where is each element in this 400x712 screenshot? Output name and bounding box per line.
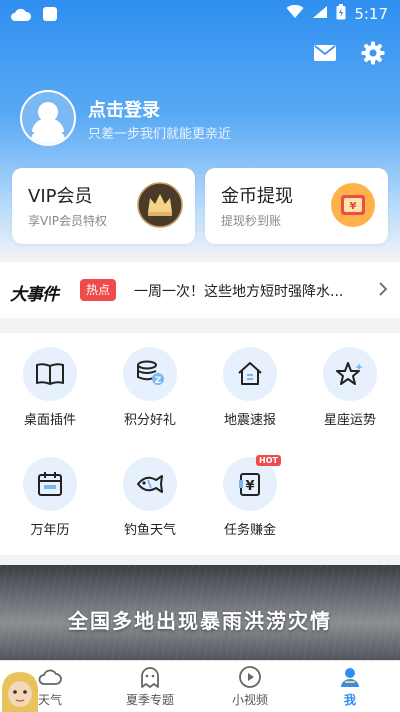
calendar-icon xyxy=(23,457,77,511)
hot-badge: HOT xyxy=(256,455,281,466)
login-prompt[interactable]: 点击登录 只差一步我们就能更亲近 xyxy=(20,90,320,150)
grid-item-label: 桌面插件 xyxy=(23,413,76,428)
svg-text:¥: ¥ xyxy=(245,479,254,494)
grid-item-label: 积分好礼 xyxy=(123,413,176,428)
crown-icon xyxy=(137,182,183,228)
star-icon xyxy=(323,347,377,401)
ghost-icon xyxy=(138,665,162,689)
header-actions xyxy=(312,40,386,66)
grid-item-desktop-widget[interactable]: 桌面插件 xyxy=(10,333,90,428)
red-envelope-icon: ¥ xyxy=(330,182,376,228)
floating-character-avatar[interactable] xyxy=(0,668,40,712)
grid-item-label: 钓鱼天气 xyxy=(123,523,176,538)
tab-me[interactable]: 我 xyxy=(300,661,400,712)
login-title[interactable]: 点击登录 xyxy=(88,96,160,122)
house-icon xyxy=(223,347,277,401)
mail-icon[interactable] xyxy=(312,40,338,66)
svg-text:¥: ¥ xyxy=(350,201,357,212)
grid-item-label: 万年历 xyxy=(30,523,70,538)
book-icon xyxy=(23,347,77,401)
play-icon xyxy=(238,665,262,689)
wifi-icon xyxy=(286,4,304,23)
grid-item-points-gift[interactable]: Z 积分好礼 xyxy=(110,333,190,428)
coins-icon: Z xyxy=(123,347,177,401)
news-logo: 大事件 xyxy=(10,285,59,305)
grid-item-calendar[interactable]: 万年历 xyxy=(10,443,90,538)
vip-card-subtitle: 享VIP会员特权 xyxy=(28,214,107,228)
bottom-tab-bar: 天气 夏季专题 小视频 我 xyxy=(0,660,400,712)
news-headline[interactable]: 一周一次！这些地方短时强降水... xyxy=(134,281,366,301)
hot-tag: 热点 xyxy=(80,279,116,301)
battery-icon xyxy=(336,4,346,24)
coin-withdraw-card[interactable]: 金币提现 提现秒到账 ¥ xyxy=(205,168,388,244)
avatar[interactable] xyxy=(20,90,76,146)
fish-icon xyxy=(123,457,177,511)
grid-item-task-earn[interactable]: ¥ HOT 任务赚金 xyxy=(210,443,290,538)
grid-item-fishing-weather[interactable]: 钓鱼天气 xyxy=(110,443,190,538)
user-icon xyxy=(338,665,362,689)
login-subtitle: 只差一步我们就能更亲近 xyxy=(88,127,232,142)
cloud-icon xyxy=(38,665,62,689)
coin-card-title: 金币提现 xyxy=(221,186,293,207)
status-bar: 5:17 xyxy=(0,0,400,30)
feature-grid: 桌面插件 Z 积分好礼 地震速报 星座运势 万年历 钓鱼天气 ¥ HOT 任务赚… xyxy=(0,333,400,555)
gear-icon[interactable] xyxy=(360,40,386,66)
status-time: 5:17 xyxy=(354,5,388,23)
svg-text:Z: Z xyxy=(155,376,162,386)
news-ticker[interactable]: 大事件 热点 一周一次！这些地方短时强降水... xyxy=(0,262,400,318)
grid-item-label: 任务赚金 xyxy=(223,523,276,538)
banner-headline: 全国多地出现暴雨洪涝灾情 xyxy=(68,609,332,633)
app-status-icon xyxy=(42,6,58,26)
tab-summer-topic[interactable]: 夏季专题 xyxy=(100,661,200,712)
grid-item-label: 星座运势 xyxy=(323,413,376,428)
signal-icon xyxy=(312,5,328,23)
tab-label: 夏季专题 xyxy=(125,693,174,707)
coin-card-subtitle: 提现秒到账 xyxy=(221,214,282,228)
vip-card[interactable]: VIP会员 享VIP会员特权 xyxy=(12,168,195,244)
grid-item-horoscope[interactable]: 星座运势 xyxy=(310,333,390,428)
news-banner[interactable]: 全国多地出现暴雨洪涝灾情 xyxy=(0,565,400,661)
grid-item-earthquake[interactable]: 地震速报 xyxy=(210,333,290,428)
tab-label: 小视频 xyxy=(231,693,268,707)
chevron-right-icon[interactable] xyxy=(378,280,388,302)
cloud-status-icon xyxy=(10,7,32,26)
vip-card-title: VIP会员 xyxy=(28,186,93,207)
grid-item-label: 地震速报 xyxy=(223,413,276,428)
tab-short-video[interactable]: 小视频 xyxy=(200,661,300,712)
tab-label: 我 xyxy=(343,693,356,707)
